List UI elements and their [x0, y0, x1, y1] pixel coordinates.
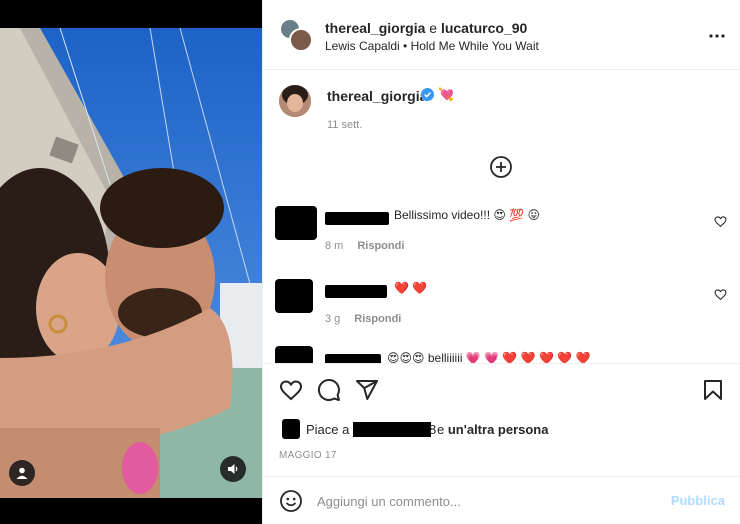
comment-item: 😍😍😍 belliiiiii 💗 💗 ❤️ ❤️ ❤️ ❤️ ❤️: [263, 346, 740, 363]
likes-connector: e: [437, 422, 445, 437]
publish-button[interactable]: Pubblica: [671, 493, 725, 508]
speaker-icon: [228, 464, 238, 474]
post-date: MAGGIO 17: [279, 450, 337, 461]
verified-badge-icon: [421, 88, 434, 101]
liker-username-redacted[interactable]: [353, 422, 431, 437]
liker-username-tail: 8: [429, 422, 437, 437]
comment-time: 3 g: [325, 313, 341, 325]
volume-button[interactable]: [220, 456, 246, 482]
avatar[interactable]: [279, 85, 311, 117]
user-icon: [16, 467, 28, 479]
heart-icon[interactable]: [714, 215, 727, 228]
comment-username-redacted[interactable]: [325, 285, 387, 298]
post-media[interactable]: [0, 0, 262, 524]
reply-button[interactable]: Rispondi: [354, 313, 401, 325]
reply-button[interactable]: Rispondi: [357, 240, 404, 252]
collab-usernames: thereal_giorgia e lucaturco_90: [325, 20, 527, 36]
comment-username-redacted[interactable]: [325, 354, 381, 363]
comment-meta: 8 m Rispondi: [325, 240, 404, 252]
avatar[interactable]: [275, 206, 317, 240]
username-link[interactable]: thereal_giorgia: [325, 20, 425, 36]
comment-bubble-icon[interactable]: [317, 378, 341, 402]
avatar[interactable]: [275, 346, 313, 363]
heart-icon[interactable]: [714, 288, 727, 301]
likes-others[interactable]: e un'altra persona: [437, 422, 548, 437]
comment-text: Bellissimo video!!! 😍 💯 😛: [394, 208, 540, 222]
more-horizontal-icon: [709, 34, 725, 38]
paper-plane-icon[interactable]: [355, 378, 379, 402]
comment-text: ❤️ ❤️: [394, 281, 428, 295]
audio-track-link[interactable]: Lewis Capaldi • Hold Me While You Wait: [325, 39, 539, 53]
likes-other-count[interactable]: un'altra persona: [448, 422, 549, 437]
more-options-button[interactable]: [709, 26, 725, 38]
comment-item: ❤️ ❤️ 3 g Rispondi: [263, 279, 740, 349]
heart-with-ribbon-icon: 💘: [438, 87, 455, 102]
tagged-users-button[interactable]: [9, 460, 35, 486]
comment-time: 8 m: [325, 240, 344, 252]
comment-meta: 3 g Rispondi: [325, 313, 401, 325]
comments-list[interactable]: thereal_giorgia 💘 11 sett. Bellissimo vi…: [263, 71, 740, 363]
post-video-frame[interactable]: [0, 28, 262, 498]
username-link[interactable]: lucaturco_90: [441, 20, 527, 36]
username-separator: e: [429, 20, 438, 36]
caption-username[interactable]: thereal_giorgia: [327, 88, 427, 104]
comment-username-redacted[interactable]: [325, 212, 389, 225]
post-header: thereal_giorgia e lucaturco_90 Lewis Cap…: [263, 0, 740, 70]
avatar[interactable]: [282, 419, 300, 439]
comment-input[interactable]: [317, 491, 637, 511]
comment-text: 😍😍😍 belliiiiii 💗 💗 ❤️ ❤️ ❤️ ❤️ ❤️: [387, 351, 591, 363]
add-comment-bar: Pubblica: [263, 476, 740, 524]
avatar[interactable]: [275, 279, 313, 313]
post-details-panel: thereal_giorgia e lucaturco_90 Lewis Cap…: [262, 0, 740, 524]
avatar[interactable]: [289, 28, 313, 52]
caption-timestamp: 11 sett.: [327, 119, 363, 131]
comment-item: Bellissimo video!!! 😍 💯 😛 8 m Rispondi: [263, 206, 740, 276]
plus-circle-icon[interactable]: [489, 155, 513, 179]
smiley-icon[interactable]: [279, 489, 303, 513]
heart-icon[interactable]: [279, 378, 303, 402]
post-modal: thereal_giorgia e lucaturco_90 Lewis Cap…: [0, 0, 740, 524]
collab-avatars[interactable]: [279, 18, 313, 52]
likes-prefix: Piace a: [306, 422, 350, 437]
post-actions: [263, 363, 740, 403]
bookmark-icon[interactable]: [701, 378, 725, 402]
